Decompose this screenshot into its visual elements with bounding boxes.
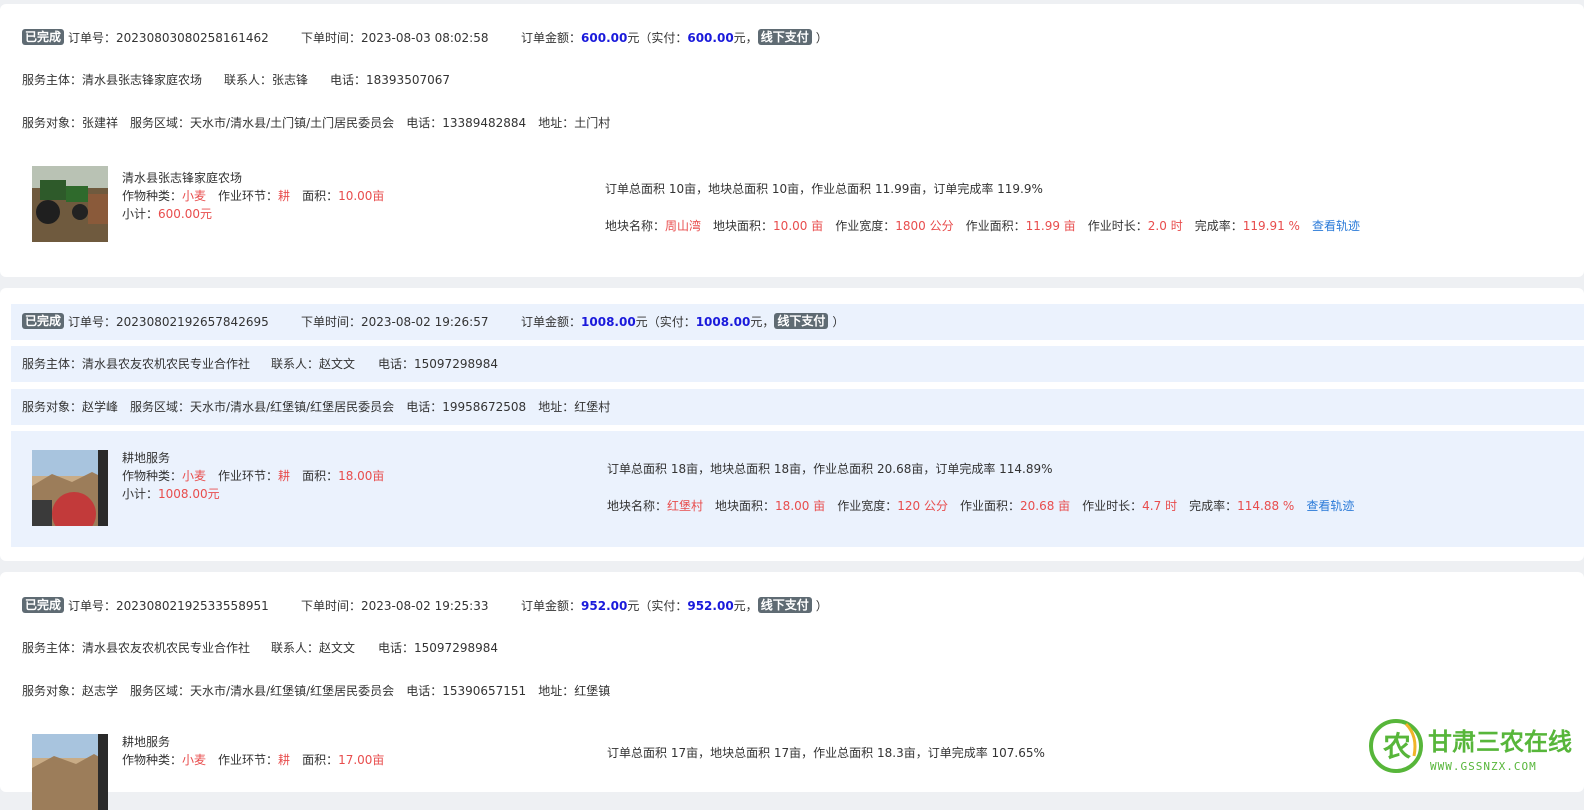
service-photo[interactable] [32, 166, 108, 242]
crop-type: 小麦 [182, 753, 207, 767]
logo-url: WWW.GSSNZX.COM [1430, 760, 1537, 773]
service-specs: 作物种类：小麦 作业环节：耕 面积：10.00亩 [122, 189, 385, 203]
target-address: 红堡村 [574, 400, 611, 414]
work-width: 1800 公分 [895, 219, 954, 233]
order-header: 已完成 订单号：20230802192657842695 下单时间：2023-08… [11, 304, 1584, 340]
contact-name: 赵文文 [319, 641, 356, 655]
subtotal-value: 600.00元 [158, 207, 213, 221]
order-amount: 1008.00 [581, 315, 636, 329]
provider-phone: 15097298984 [414, 641, 498, 655]
area-summary: 订单总面积 18亩，地块总面积 18亩，作业总面积 20.68亩，订单完成率 1… [607, 462, 1053, 476]
provider-name: 清水县张志锋家庭农场 [82, 73, 203, 87]
target-row: 服务对象：张建祥 服务区域：天水市/清水县/土门镇/土门居民委员会 电话：13389… [22, 116, 611, 130]
order-time: 2023-08-03 08:02:58 [361, 31, 489, 45]
payment-method-badge: 线下支付 [757, 597, 812, 613]
paid-amount: 952.00 [687, 599, 734, 613]
work-stage: 耕 [278, 189, 291, 203]
plot-name: 周山湾 [665, 219, 702, 233]
service-size: 10.00亩 [338, 189, 385, 203]
service-area: 天水市/清水县/红堡镇/红堡居民委员会 [190, 684, 395, 698]
service-size: 17.00亩 [338, 753, 385, 767]
payment-method-badge: 线下支付 [757, 29, 812, 45]
order-time: 2023-08-02 19:26:57 [361, 315, 489, 329]
payment-method-badge: 线下支付 [774, 313, 829, 329]
site-watermark-logo: 农 甘肃三农在线 WWW.GSSNZX.COM [1366, 716, 1584, 776]
work-stage: 耕 [278, 753, 291, 767]
service-size: 18.00亩 [338, 469, 385, 483]
paid-amount: 600.00 [687, 31, 734, 45]
service-specs: 作物种类：小麦 作业环节：耕 面积：18.00亩 [122, 469, 385, 483]
view-track-link[interactable]: 查看轨迹 [1306, 499, 1354, 513]
subtotal-value: 1008.00元 [158, 487, 220, 501]
paid-amount: 1008.00 [695, 315, 751, 329]
status-badge: 已完成 [22, 597, 65, 613]
work-area: 20.68 亩 [1019, 499, 1071, 513]
crop-type: 小麦 [182, 469, 207, 483]
order-header: 已完成 订单号：20230803080258161462 下单时间：2023-08… [0, 27, 1584, 49]
target-row: 服务对象：赵志学 服务区域：天水市/清水县/红堡镇/红堡居民委员会 电话：15390… [22, 684, 611, 698]
logo-glyph: 农 [1382, 730, 1411, 763]
work-area: 11.99 亩 [1025, 219, 1076, 233]
target-name: 张建祥 [82, 116, 119, 130]
plot-info: 地块名称：红堡村 地块面积：18.00 亩作业宽度：120 公分 作业面积：20.6… [607, 499, 1355, 513]
provider-name: 清水县农友农机农民专业合作社 [82, 357, 251, 371]
contact-name: 赵文文 [319, 357, 356, 371]
service-name: 耕地服务 [122, 735, 171, 749]
provider-row: 服务主体：清水县农友农机农民专业合作社 联系人：赵文文 电话：150972989… [22, 641, 498, 655]
target-name: 赵志学 [82, 684, 119, 698]
service-photo[interactable] [32, 450, 108, 526]
order-number: 20230802192533558951 [116, 599, 269, 613]
work-stage: 耕 [278, 469, 291, 483]
order-detail: 耕地服务 作物种类：小麦 作业环节：耕 面积：18.00亩 小计：1008.00元 … [11, 431, 1584, 547]
target-phone: 15390657151 [442, 684, 527, 698]
order-time: 2023-08-02 19:25:33 [361, 599, 489, 613]
target-address: 土门村 [574, 116, 611, 130]
order-amount: 952.00 [581, 599, 628, 613]
provider-phone: 18393507067 [366, 73, 450, 87]
provider-name: 清水县农友农机农民专业合作社 [82, 641, 251, 655]
completion-rate: 119.91 % [1242, 219, 1300, 233]
service-photo[interactable] [32, 734, 108, 810]
provider-row: 服务主体：清水县农友农机农民专业合作社 联系人：赵文文 电话：150972989… [11, 346, 1584, 382]
status-badge: 已完成 [22, 29, 65, 45]
completion-rate: 114.88 % [1237, 499, 1295, 513]
order-header: 已完成 订单号：20230802192533558951 下单时间：2023-08… [0, 595, 1584, 617]
area-summary: 订单总面积 10亩，地块总面积 10亩，作业总面积 11.99亩，订单完成率 1… [605, 182, 1043, 196]
work-time: 4.7 时 [1142, 499, 1178, 513]
order-card: 已完成 订单号：20230802192657842695 下单时间：2023-08… [0, 288, 1584, 561]
service-specs: 作物种类：小麦 作业环节：耕 面积：17.00亩 [122, 753, 385, 767]
target-phone: 19958672508 [442, 400, 527, 414]
order-detail: 清水县张志锋家庭农场 作物种类：小麦 作业环节：耕 面积：10.00亩 小计：600… [0, 154, 1584, 264]
work-time: 2.0 时 [1147, 219, 1183, 233]
area-summary: 订单总面积 17亩，地块总面积 17亩，作业总面积 18.3亩，订单完成率 10… [607, 746, 1045, 760]
crop-type: 小麦 [182, 189, 207, 203]
service-area: 天水市/清水县/土门镇/土门居民委员会 [190, 116, 395, 130]
service-area: 天水市/清水县/红堡镇/红堡居民委员会 [190, 400, 395, 414]
order-card: 已完成 订单号：20230802192533558951 下单时间：2023-08… [0, 572, 1584, 810]
target-row: 服务对象：赵学峰 服务区域：天水市/清水县/红堡镇/红堡居民委员会 电话：19958… [11, 389, 1584, 425]
logo-title: 甘肃三农在线 [1428, 728, 1572, 756]
order-number: 20230802192657842695 [116, 315, 269, 329]
plot-area: 10.00 亩 [773, 219, 824, 233]
order-amount: 600.00 [581, 31, 628, 45]
subtotal-line: 小计：1008.00元 [122, 487, 220, 501]
provider-phone: 15097298984 [414, 357, 498, 371]
subtotal-line: 小计：600.00元 [122, 207, 213, 221]
target-address: 红堡镇 [574, 684, 611, 698]
plot-area: 18.00 亩 [775, 499, 826, 513]
order-detail: 耕地服务 作物种类：小麦 作业环节：耕 面积：17.00亩 订单总面积 17亩，地块… [0, 722, 1584, 810]
target-phone: 13389482884 [442, 116, 527, 130]
view-track-link[interactable]: 查看轨迹 [1312, 219, 1360, 233]
provider-row: 服务主体：清水县张志锋家庭农场 联系人：张志锋 电话：18393507067 [22, 73, 450, 87]
order-card: 已完成 订单号：20230803080258161462 下单时间：2023-08… [0, 4, 1584, 277]
plot-name: 红堡村 [667, 499, 704, 513]
contact-name: 张志锋 [272, 73, 309, 87]
target-name: 赵学峰 [82, 400, 119, 414]
plot-info: 地块名称：周山湾 地块面积：10.00 亩作业宽度：1800 公分 作业面积：11.… [605, 219, 1360, 233]
work-width: 120 公分 [897, 499, 948, 513]
order-number: 20230803080258161462 [116, 31, 269, 45]
service-name: 清水县张志锋家庭农场 [122, 171, 243, 185]
status-badge: 已完成 [22, 313, 65, 329]
service-name: 耕地服务 [122, 451, 171, 465]
